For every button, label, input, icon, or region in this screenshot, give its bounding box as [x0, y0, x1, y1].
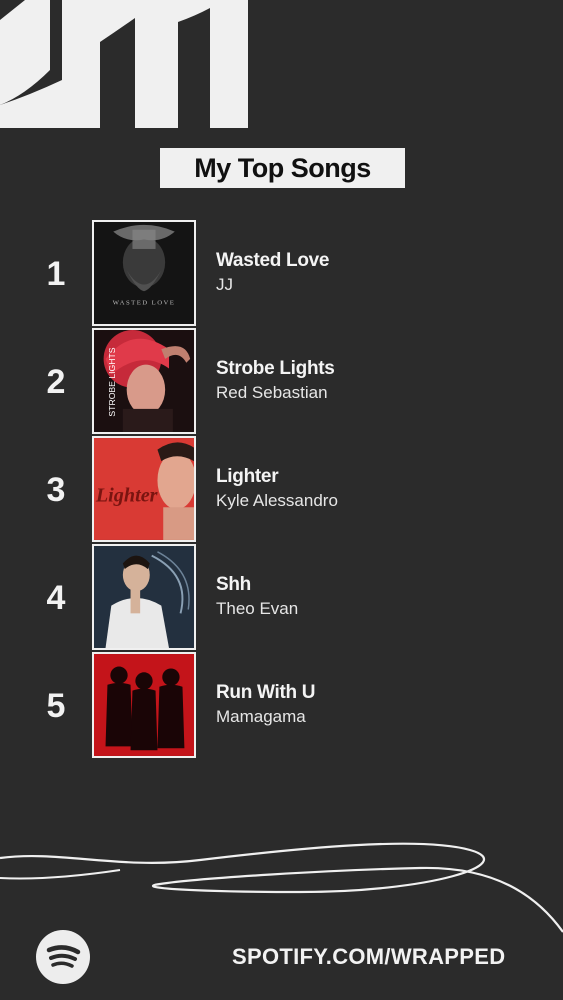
svg-text:Lighter: Lighter [95, 485, 158, 507]
song-title: Wasted Love [216, 250, 330, 271]
swoosh-decoration [0, 842, 563, 933]
album-cover [92, 544, 196, 650]
song-row[interactable]: 4 Shh Theo Evan [0, 544, 563, 652]
song-title: Lighter [216, 466, 279, 487]
song-artist: Mamagama [216, 707, 306, 726]
page-title: My Top Songs [160, 148, 405, 188]
svg-text:STROBE LIGHTS: STROBE LIGHTS [107, 347, 117, 416]
wrapped-url-link[interactable]: SPOTIFY.COM/WRAPPED [232, 942, 532, 972]
album-cover [92, 652, 196, 758]
album-art-image: STROBE LIGHTS [94, 330, 194, 432]
song-row[interactable]: 3 Lighter Lighter Kyle Alessandro [0, 436, 563, 544]
album-cover: STROBE LIGHTS [92, 328, 196, 434]
rank-number: 3 [46, 470, 66, 509]
album-art-image: Lighter [94, 438, 194, 540]
album-cover: WASTED LOVE [92, 220, 196, 326]
album-cover: Lighter [92, 436, 196, 542]
song-title: Shh [216, 574, 251, 595]
song-artist: JJ [216, 275, 233, 294]
album-art-image [94, 546, 194, 648]
rank-number: 2 [46, 362, 66, 401]
song-row[interactable]: 5 Run With U Mamagama [0, 652, 563, 760]
rank-number: 1 [46, 254, 66, 293]
rank-number: 5 [46, 686, 66, 725]
song-title: Run With U [216, 682, 316, 703]
song-row[interactable]: 2 STROBE LIGHTS Strobe Lights Red Sebast… [0, 328, 563, 436]
song-row[interactable]: 1 WASTED LOVE Wasted Love JJ [0, 220, 563, 328]
header-pattern-graphic [0, 0, 563, 140]
song-artist: Kyle Alessandro [216, 491, 338, 510]
song-artist: Theo Evan [216, 599, 299, 618]
spotify-icon[interactable] [36, 930, 90, 984]
song-title: Strobe Lights [216, 358, 335, 379]
album-art-image: WASTED LOVE [94, 222, 194, 324]
svg-text:WASTED LOVE: WASTED LOVE [113, 300, 176, 307]
song-artist: Red Sebastian [216, 383, 328, 402]
rank-number: 4 [46, 578, 66, 617]
album-art-image [94, 654, 194, 756]
